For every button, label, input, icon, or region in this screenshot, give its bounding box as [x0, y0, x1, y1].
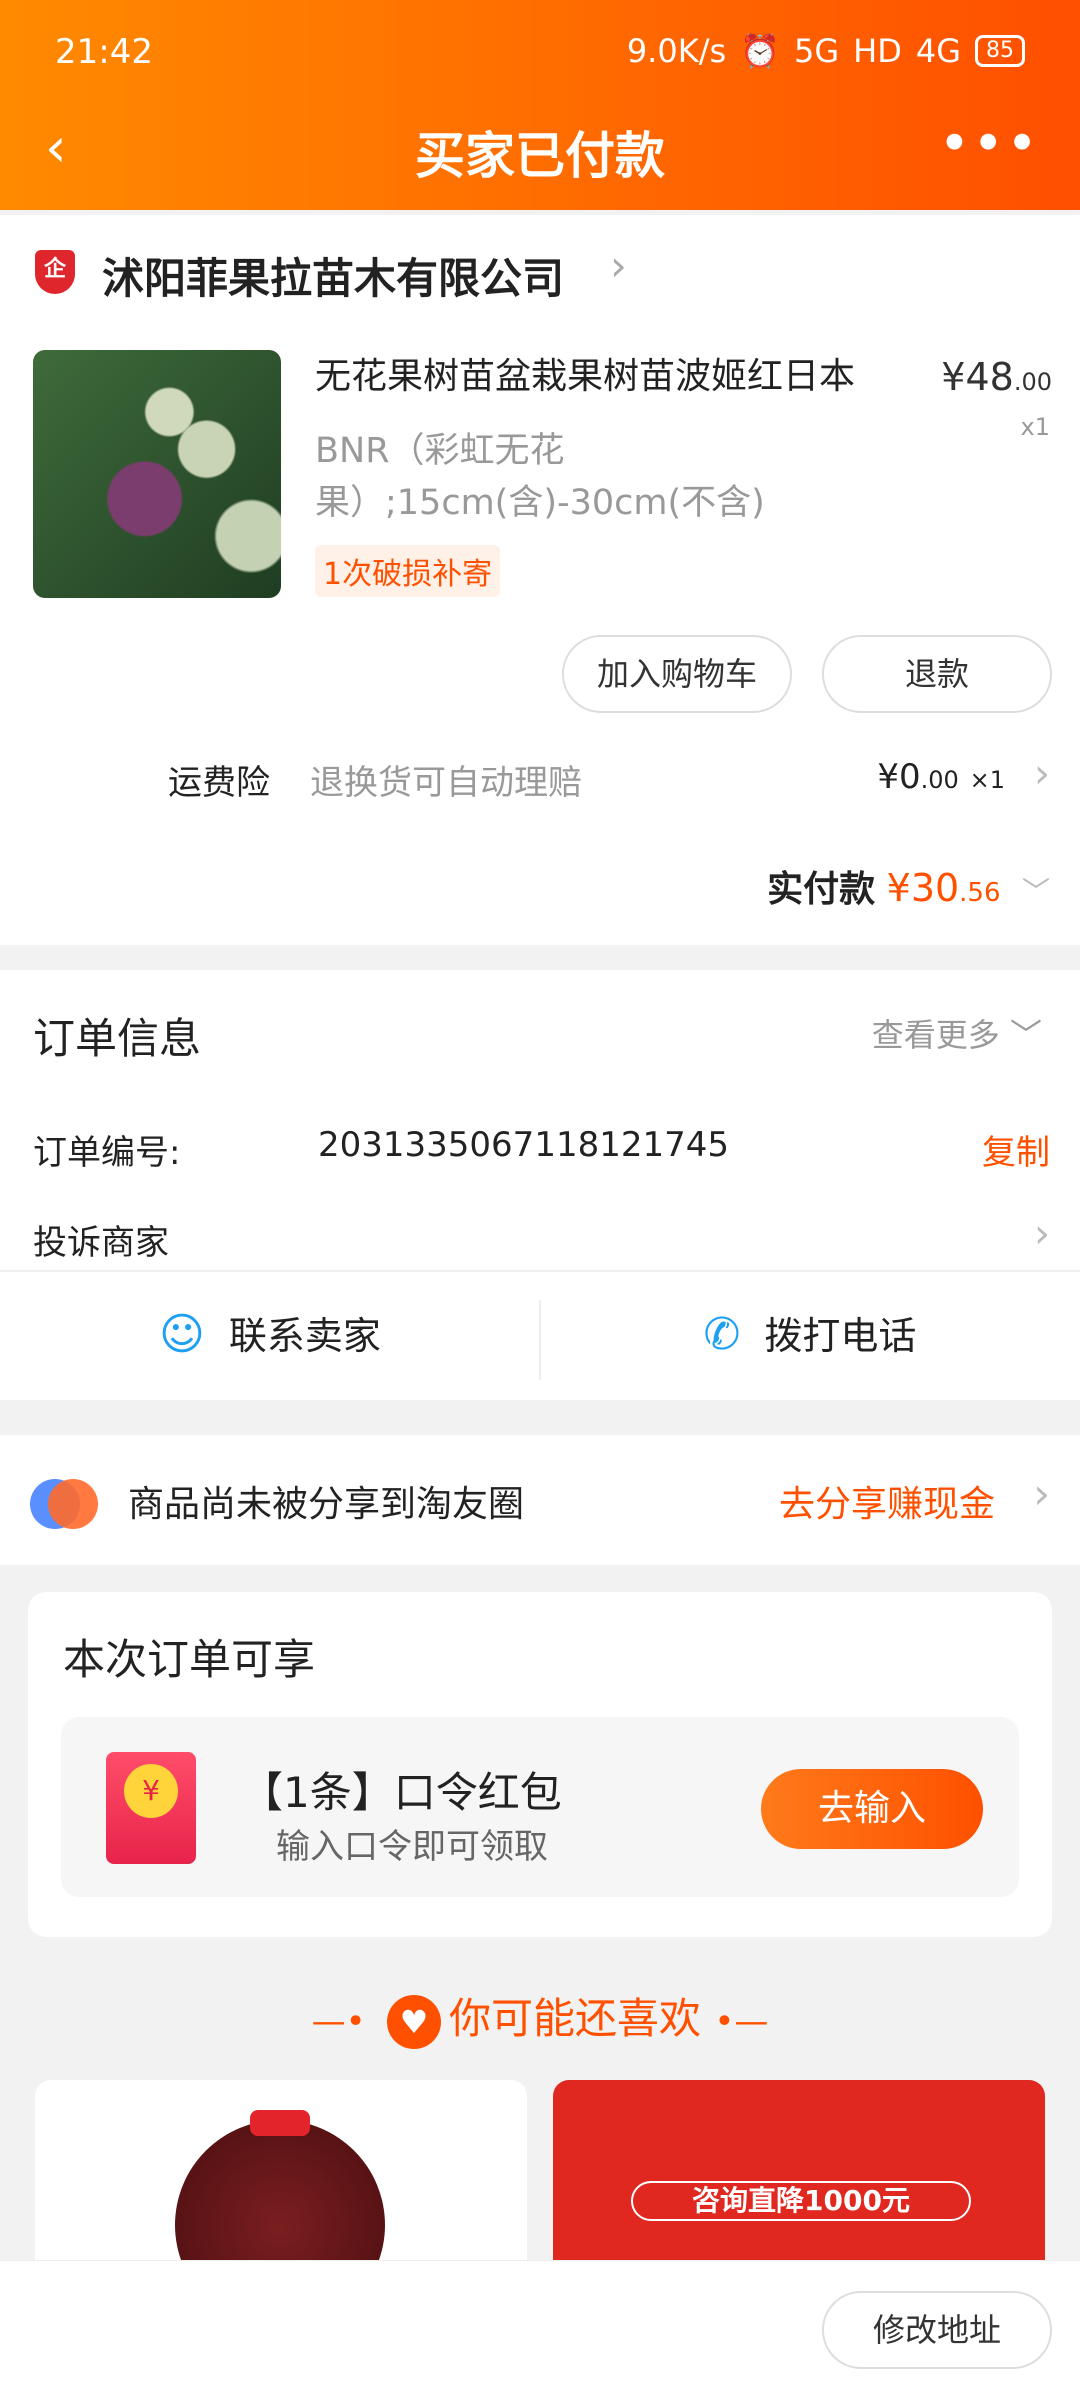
product-thumbnail: [175, 2120, 385, 2280]
view-more-link[interactable]: 查看更多 ﹀: [872, 1010, 1042, 1056]
status-icons: 9.0K/s ⏰ 5G HD 4G 85: [627, 32, 1025, 70]
header-bar: 21:42 9.0K/s ⏰ 5G HD 4G 85 ‹ 买家已付款 •••: [0, 0, 1080, 210]
battery-icon: 85: [975, 35, 1025, 67]
call-button[interactable]: ✆ 拨打电话: [540, 1285, 1080, 1385]
product-spec: BNR（彩虹无花果）;15cm(含)-30cm(不含): [315, 431, 765, 523]
chat-bubble-icon: ☺: [159, 1309, 205, 1360]
divider: [0, 1270, 1080, 1272]
taoyouquan-logo-icon: [30, 1475, 98, 1531]
share-status-text: 商品尚未被分享到淘友圈: [128, 1484, 525, 1525]
phone-icon: ✆: [703, 1309, 741, 1360]
status-time: 21:42: [55, 32, 153, 72]
enter-code-button[interactable]: 去输入: [761, 1769, 983, 1849]
bottom-action-bar: 修改地址: [0, 2260, 1080, 2400]
chevron-right-icon: ›: [1034, 1211, 1050, 1257]
signal-4g-icon: 4G: [915, 32, 961, 70]
recommend-item[interactable]: [35, 2080, 527, 2280]
red-envelope-icon: ¥: [106, 1752, 196, 1864]
nav-bar: ‹ 买家已付款 •••: [0, 110, 1080, 190]
service-tag: 1次破损补寄: [315, 545, 501, 597]
share-row[interactable]: 商品尚未被分享到淘友圈 去分享赚现金 ›: [0, 1435, 1080, 1565]
product-image[interactable]: [33, 350, 281, 598]
product-qty: x1: [1020, 413, 1050, 441]
complain-row[interactable]: 投诉商家 ›: [33, 1211, 1050, 1264]
order-benefits-card: 本次订单可享 ¥ 【1条】口令红包 输入口令即可领取 去输入: [28, 1592, 1052, 1937]
shop-card: 企 沭阳菲果拉苗木有限公司 › 无花果树苗盆栽果树苗波姬红日本 BNR（彩虹无花…: [0, 215, 1080, 945]
order-number-row: 订单编号: 2031335067118121745 复制: [33, 1125, 1050, 1174]
signal-5g-icon: 5G: [793, 32, 840, 70]
paid-amount: ¥30.56: [886, 866, 1001, 910]
recommend-ad[interactable]: 咨询直降1000元: [553, 2080, 1045, 2280]
shop-name[interactable]: 沭阳菲果拉苗木有限公司: [102, 245, 564, 306]
shipping-insurance-row[interactable]: 运费险 退换货可自动理赔 ¥0.00 ×1 ›: [0, 751, 1080, 815]
recommend-heading: —• ♥ 你可能还喜欢 •—: [0, 1985, 1080, 2049]
decor-dash: —•: [311, 2001, 366, 2042]
paid-amount-row[interactable]: 实付款 ¥30.56 ﹀: [767, 860, 1050, 912]
order-number-label: 订单编号:: [33, 1133, 181, 1173]
refund-button[interactable]: 退款: [822, 635, 1052, 713]
decor-dash: •—: [714, 2001, 769, 2042]
order-info-card: 订单信息 查看更多 ﹀ 订单编号: 2031335067118121745 复制…: [0, 970, 1080, 1400]
add-to-cart-button[interactable]: 加入购物车: [562, 635, 792, 713]
alarm-icon: ⏰: [740, 32, 780, 70]
product-price: ¥48.00: [941, 355, 1052, 399]
paid-label: 实付款: [767, 869, 876, 910]
copy-button[interactable]: 复制: [982, 1125, 1050, 1174]
red-packet-subtitle: 输入口令即可领取: [276, 1827, 548, 1867]
contact-seller-button[interactable]: ☺ 联系卖家: [0, 1285, 540, 1385]
insurance-desc: 退换货可自动理赔: [310, 763, 582, 803]
chevron-right-icon[interactable]: ›: [610, 241, 627, 290]
order-number-value: 2031335067118121745: [318, 1125, 730, 1165]
hd-icon: HD: [853, 32, 902, 70]
complain-label: 投诉商家: [33, 1223, 169, 1263]
chevron-right-icon: ›: [1034, 751, 1050, 797]
page-title: 买家已付款: [415, 127, 665, 185]
bottle-cap: [250, 2110, 310, 2136]
modify-address-button[interactable]: 修改地址: [822, 2291, 1052, 2369]
insurance-value: ¥0.00 ×1: [877, 757, 1005, 797]
order-info-heading: 订单信息: [33, 1014, 202, 1063]
chevron-down-icon: ﹀: [1021, 875, 1050, 908]
product-title[interactable]: 无花果树苗盆栽果树苗波姬红日本: [315, 355, 915, 399]
red-packet-item: ¥ 【1条】口令红包 输入口令即可领取 去输入: [61, 1717, 1019, 1897]
heart-icon: ♥: [386, 1994, 441, 2049]
red-packet-title: 【1条】口令红包: [241, 1768, 562, 1817]
status-bar: 21:42 9.0K/s ⏰ 5G HD 4G 85: [55, 28, 1025, 78]
benefits-heading: 本次订单可享: [63, 1635, 316, 1684]
enterprise-badge-icon: 企: [35, 250, 75, 294]
insurance-label: 运费险: [168, 763, 270, 803]
chevron-right-icon: ›: [1033, 1469, 1050, 1518]
more-icon[interactable]: •••: [938, 112, 1040, 175]
share-earn-link[interactable]: 去分享赚现金: [779, 1475, 995, 1527]
net-speed: 9.0K/s: [626, 32, 727, 70]
ad-label: 咨询直降1000元: [631, 2181, 971, 2221]
